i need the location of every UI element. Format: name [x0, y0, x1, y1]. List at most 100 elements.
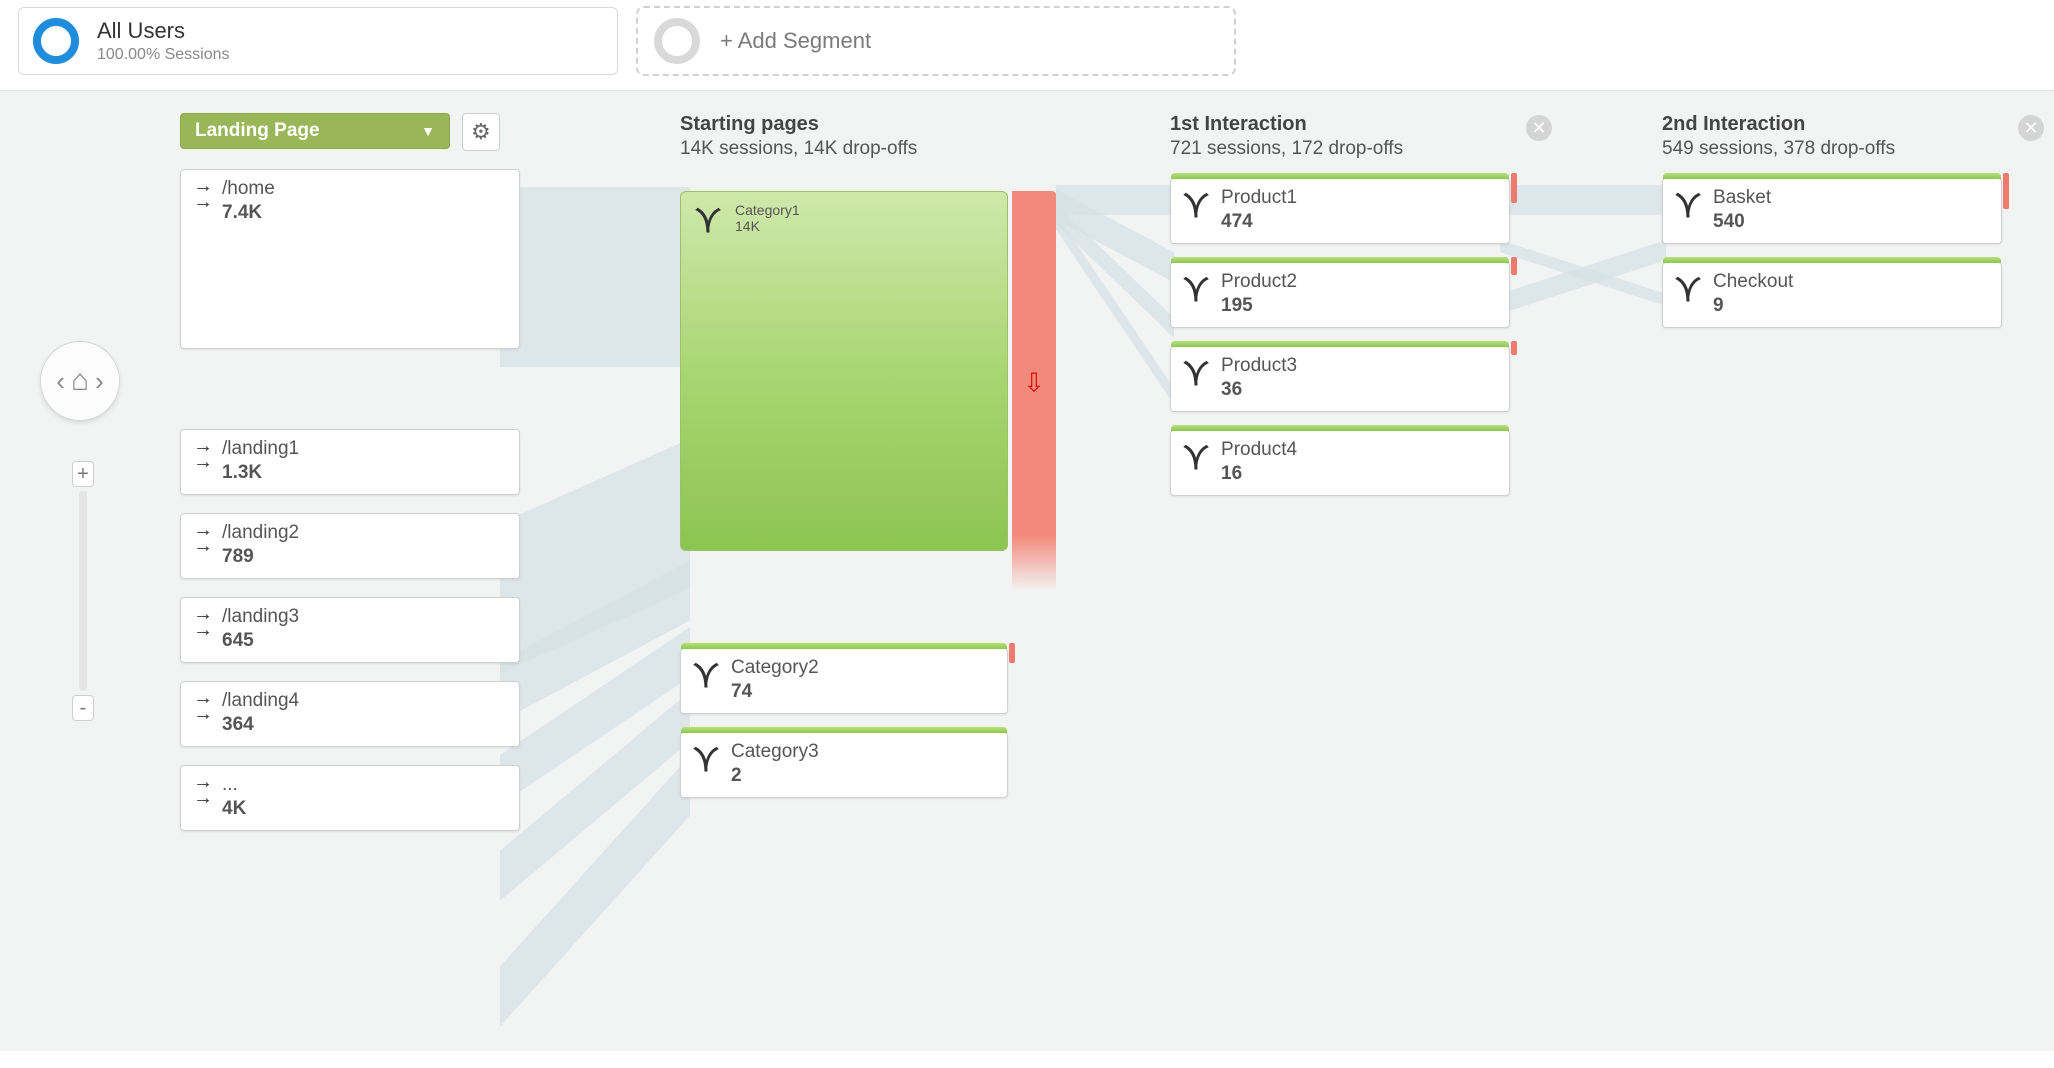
landing-node-label: /home [222, 178, 275, 200]
remove-step-button[interactable]: ✕ [1526, 115, 1552, 141]
starting-node-value: 14K [735, 218, 800, 234]
interaction-node-value: 9 [1713, 295, 1793, 317]
interaction-node-value: 16 [1221, 463, 1297, 485]
landing-node-label: /landing4 [222, 690, 299, 712]
landing-node-label: /landing3 [222, 606, 299, 628]
interaction-node-label: Product2 [1221, 271, 1297, 293]
interaction-node-value: 540 [1713, 211, 1771, 233]
interaction-node[interactable]: 人 Product4 16 [1170, 430, 1510, 496]
source-arrows-icon: →→ [193, 606, 210, 638]
landing-node-label: /landing2 [222, 522, 299, 544]
nav-next-button[interactable]: › [95, 366, 104, 397]
throughput-bar [1171, 173, 1509, 179]
merge-icon: 人 [693, 741, 719, 778]
interaction-node-value: 195 [1221, 295, 1297, 317]
throughput-bar [1663, 173, 2001, 179]
dropoff-stub [1009, 643, 1015, 663]
landing-node-value: 4K [222, 798, 246, 820]
throughput-bar [1663, 257, 2001, 263]
starting-node[interactable]: 人 Category3 2 [680, 732, 1008, 798]
gear-icon[interactable]: ⚙ [462, 113, 500, 151]
lane-landing-page: Landing Page ▼ ⚙ →→ /home 7.4K →→ /landi… [180, 113, 520, 831]
landing-node[interactable]: →→ ... 4K [180, 765, 520, 831]
lane-interaction-1: 1st Interaction 721 sessions, 172 drop-o… [1170, 113, 1510, 496]
dimension-selector-label: Landing Page [195, 120, 320, 142]
landing-node-value: 789 [222, 546, 299, 568]
source-arrows-icon: →→ [193, 774, 210, 806]
landing-node[interactable]: →→ /landing2 789 [180, 513, 520, 579]
dropoff-arrow-icon: ⇩ [1023, 368, 1045, 399]
remove-step-button[interactable]: ✕ [2018, 115, 2044, 141]
throughput-bar [1171, 341, 1509, 347]
starting-node-label: Category3 [731, 741, 819, 763]
interaction-node-label: Basket [1713, 187, 1771, 209]
throughput-bar [1171, 425, 1509, 431]
segment-bar: All Users 100.00% Sessions + Add Segment [0, 0, 2054, 91]
landing-node[interactable]: →→ /landing3 645 [180, 597, 520, 663]
interaction-node-label: Product3 [1221, 355, 1297, 377]
landing-node[interactable]: →→ /home 7.4K [180, 169, 520, 349]
interaction-node[interactable]: 人 Product3 36 [1170, 346, 1510, 412]
zoom-in-button[interactable]: + [72, 461, 94, 487]
nav-prev-button[interactable]: ‹ [56, 366, 65, 397]
lane-subtitle: 549 sessions, 378 drop-offs [1662, 138, 2002, 160]
interaction-node-label: Product1 [1221, 187, 1297, 209]
dropoff-bar[interactable]: ⇩ [1012, 191, 1056, 591]
throughput-bar [681, 643, 1007, 649]
throughput-bar [681, 727, 1007, 733]
interaction-node-label: Checkout [1713, 271, 1793, 293]
source-arrows-icon: →→ [193, 178, 210, 210]
starting-node[interactable]: 人 Category2 74 [680, 648, 1008, 714]
landing-node[interactable]: →→ /landing4 364 [180, 681, 520, 747]
landing-node-value: 364 [222, 714, 299, 736]
lane-subtitle: 721 sessions, 172 drop-offs [1170, 138, 1510, 160]
throughput-bar [1171, 257, 1509, 263]
merge-icon: 人 [1675, 271, 1701, 308]
zoom-slider[interactable] [79, 491, 87, 691]
lane-title: 2nd Interaction [1662, 113, 2002, 136]
dropoff-stub [1511, 341, 1517, 355]
interaction-node[interactable]: 人 Basket 540 [1662, 178, 2002, 244]
segment-all-users[interactable]: All Users 100.00% Sessions [18, 7, 618, 75]
home-icon[interactable]: ⌂ [71, 366, 89, 396]
source-arrows-icon: →→ [193, 522, 210, 554]
landing-node-label: ... [222, 774, 246, 796]
merge-icon: 人 [1183, 439, 1209, 476]
merge-icon: 人 [693, 657, 719, 694]
dimension-selector[interactable]: Landing Page ▼ [180, 113, 450, 149]
zoom-out-button[interactable]: - [72, 695, 94, 721]
lane-subtitle: 14K sessions, 14K drop-offs [680, 138, 1060, 160]
dropoff-stub [1511, 173, 1517, 203]
interaction-node-value: 36 [1221, 379, 1297, 401]
merge-icon: 人 [1183, 271, 1209, 308]
lane-title: 1st Interaction [1170, 113, 1510, 136]
dropoff-stub [2003, 173, 2009, 209]
interaction-node[interactable]: 人 Checkout 9 [1662, 262, 2002, 328]
merge-icon: 人 [1675, 187, 1701, 224]
interaction-node-value: 474 [1221, 211, 1297, 233]
segment-subtitle: 100.00% Sessions [97, 46, 230, 64]
segment-ring-icon [33, 18, 79, 64]
landing-node-value: 7.4K [222, 202, 275, 224]
nav-bubble: ‹ ⌂ › [40, 341, 120, 421]
landing-node-value: 645 [222, 630, 299, 652]
lane-interaction-2: 2nd Interaction 549 sessions, 378 drop-o… [1662, 113, 2002, 328]
interaction-node[interactable]: 人 Product1 474 [1170, 178, 1510, 244]
interaction-node[interactable]: 人 Product2 195 [1170, 262, 1510, 328]
segment-ring-icon [654, 18, 700, 64]
landing-node-label: /landing1 [222, 438, 299, 460]
starting-node-label: Category2 [731, 657, 819, 679]
merge-icon: 人 [1183, 187, 1209, 224]
add-segment-label: + Add Segment [720, 28, 871, 54]
add-segment-button[interactable]: + Add Segment [636, 6, 1236, 76]
starting-node-label: Category1 [735, 202, 800, 218]
starting-node-value: 2 [731, 765, 819, 787]
landing-node-value: 1.3K [222, 462, 299, 484]
dropoff-stub [1511, 257, 1517, 275]
merge-icon: 人 [1183, 355, 1209, 392]
lane-title: Starting pages [680, 113, 1060, 136]
flow-canvas[interactable]: ‹ ⌂ › + - Landing Page ▼ ⚙ →→ /home 7.4K… [0, 91, 2054, 1051]
starting-node-value: 74 [731, 681, 819, 703]
starting-node-category1[interactable]: 人 Category1 14K [680, 191, 1008, 551]
landing-node[interactable]: →→ /landing1 1.3K [180, 429, 520, 495]
